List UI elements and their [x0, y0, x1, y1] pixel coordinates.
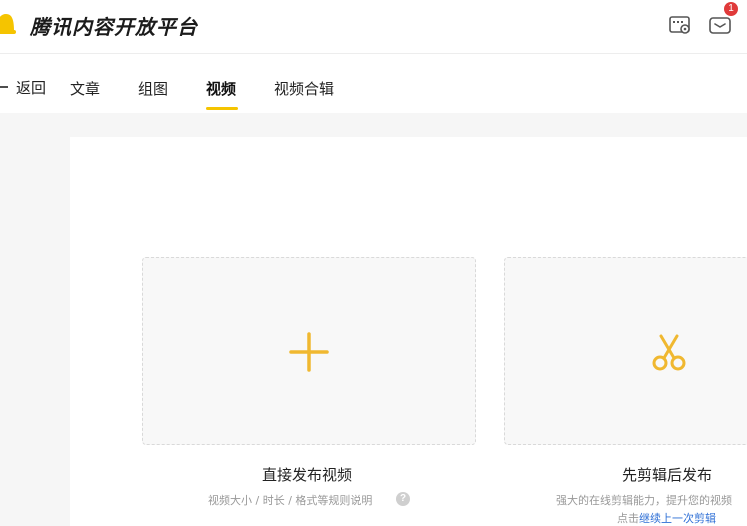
tab-video-collection[interactable]: 视频合辑 — [274, 78, 334, 99]
direct-publish-title: 直接发布视频 — [262, 466, 353, 484]
message-badge: 1 — [724, 2, 738, 16]
sub-navigation: 返回 文章 组图 视频 视频合辑 — [0, 55, 747, 113]
edit-then-publish-card[interactable] — [504, 257, 747, 445]
edit-publish-title: 先剪辑后发布 — [622, 466, 713, 484]
tab-articles[interactable]: 文章 — [70, 78, 100, 99]
top-header: 腾讯内容开放平台 1 — [0, 0, 747, 54]
continue-edit-prefix: 点击 — [617, 512, 639, 525]
direct-publish-rules: 视频大小 / 时长 / 格式等规则说明 — [208, 494, 373, 507]
tab-video[interactable]: 视频 — [206, 78, 236, 99]
mail-icon[interactable] — [708, 13, 732, 37]
back-label: 返回 — [16, 78, 47, 97]
brand-title: 腾讯内容开放平台 — [30, 15, 198, 39]
active-tab-indicator — [206, 107, 238, 110]
continue-last-edit-link[interactable]: 继续上一次剪辑 — [639, 512, 716, 525]
logo-icon — [0, 14, 16, 34]
edit-publish-description: 强大的在线剪辑能力，提升您的视频 — [556, 494, 732, 507]
settings-icon[interactable] — [668, 13, 692, 37]
plus-icon — [289, 332, 329, 372]
back-button[interactable]: 返回 — [0, 77, 46, 97]
back-arrow-icon — [0, 86, 8, 88]
tab-gallery[interactable]: 组图 — [138, 78, 168, 99]
direct-publish-card[interactable] — [142, 257, 476, 445]
continue-edit-hint: 点击继续上一次剪辑 — [617, 510, 716, 526]
help-icon[interactable]: ? — [396, 492, 410, 506]
scissors-icon — [652, 334, 686, 371]
